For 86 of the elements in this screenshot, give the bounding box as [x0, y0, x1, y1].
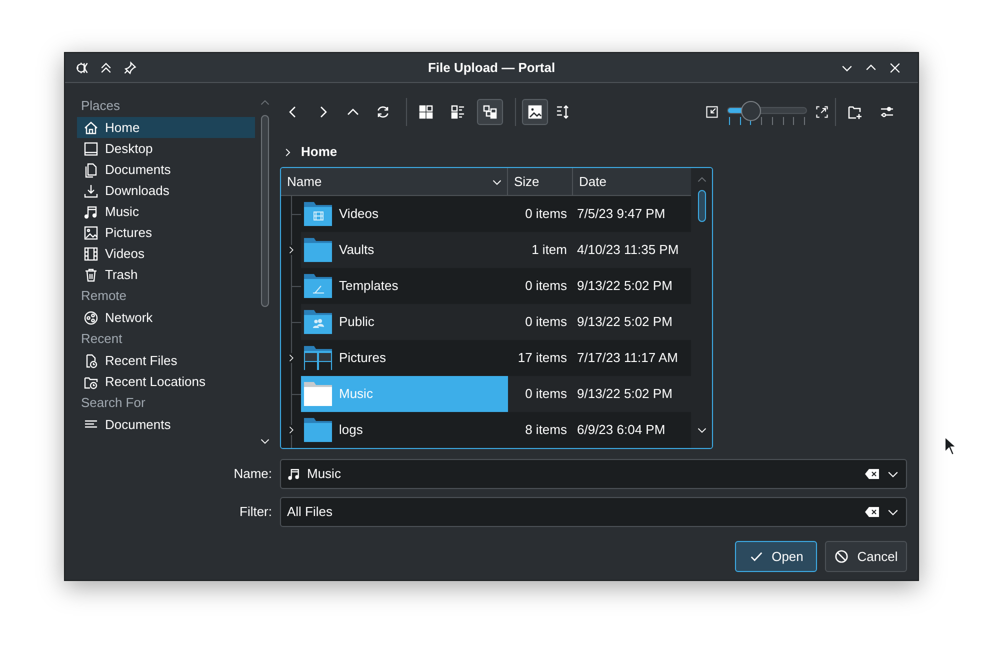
file-name-cell[interactable]: Public: [301, 304, 508, 340]
video-folder-icon: [303, 201, 333, 227]
size-cell-text: 0 items: [524, 205, 568, 224]
section-heading: Remote: [80, 287, 128, 305]
date-cell-text: 9/13/22 5:02 PM: [576, 385, 674, 404]
film-icon: [83, 246, 99, 262]
sidebar-item[interactable]: Recent Files: [77, 350, 255, 371]
file-name-cell[interactable]: logs: [301, 412, 508, 448]
pictures-folder-icon: [303, 345, 333, 371]
list-scrollbar[interactable]: [691, 168, 712, 448]
new-folder-icon: [847, 104, 863, 120]
zoom-in-icon: [815, 105, 829, 119]
image-icon: [83, 224, 99, 240]
scrollbar-thumb[interactable]: [261, 115, 269, 307]
zoom-out-icon: [705, 105, 719, 119]
folder-icon: [303, 237, 333, 263]
scrollbar-thumb[interactable]: [698, 190, 706, 222]
music-note-icon: [287, 467, 301, 481]
folder-icon: [303, 381, 333, 407]
sidebar-item[interactable]: Desktop: [77, 138, 255, 159]
section-heading: Places: [80, 97, 122, 115]
list-icon: [450, 104, 466, 120]
column-header[interactable]: Name: [281, 168, 508, 195]
sidebar-item[interactable]: Documents: [77, 414, 255, 435]
sort-icon: [555, 104, 571, 120]
sidebar-item[interactable]: Pictures: [77, 222, 255, 243]
open-button[interactable]: Open: [735, 541, 817, 572]
music-note-icon: [83, 204, 99, 220]
date-cell-text: 7/17/23 11:17 AM: [576, 349, 679, 368]
file-name-cell[interactable]: Videos: [301, 196, 508, 232]
size-cell-text: 1 item: [530, 241, 568, 260]
field-label: Name:: [232, 465, 272, 484]
reload-icon: [375, 104, 391, 120]
grid-icon: [418, 104, 434, 120]
sidebar-item[interactable]: Recent Locations: [77, 371, 255, 392]
size-cell-text: 17 items: [516, 349, 568, 368]
tree-view-button[interactable]: [477, 99, 503, 125]
preview-button[interactable]: [522, 99, 548, 125]
file-name-cell[interactable]: Templates: [301, 268, 508, 304]
cursor-icon: [944, 436, 957, 456]
filter-dropdown[interactable]: All Files: [280, 497, 907, 527]
date-cell-text: 4/10/23 11:35 PM: [576, 241, 680, 260]
documents-icon: [83, 162, 99, 178]
section-heading: Recent: [80, 330, 124, 348]
templates-folder-icon: [303, 273, 333, 299]
breadcrumb-link[interactable]: Home: [301, 142, 338, 162]
file-name-cell[interactable]: Vaults: [301, 232, 508, 268]
date-cell-text: 9/13/22 5:02 PM: [576, 277, 674, 296]
size-cell-text: 0 items: [524, 313, 568, 332]
column-header[interactable]: Size: [508, 168, 573, 195]
zoom-slider[interactable]: [727, 101, 807, 123]
cancel-button[interactable]: Cancel: [825, 541, 907, 572]
size-cell-text: 8 items: [524, 421, 568, 440]
date-cell-text: 9/13/22 5:02 PM: [576, 313, 674, 332]
sliders-icon: [879, 104, 895, 120]
clear-icon: [864, 504, 880, 520]
monitor-icon: [83, 140, 99, 156]
size-cell-text: 0 items: [524, 277, 568, 296]
home-icon: [83, 120, 99, 136]
size-cell-text: 0 items: [524, 385, 568, 404]
window-title: File Upload — Portal: [426, 58, 556, 77]
section-heading: Search For: [80, 394, 146, 412]
cancel-icon: [834, 549, 850, 564]
field-label: Filter:: [238, 503, 272, 522]
trash-icon: [83, 266, 99, 282]
close-icon: [888, 60, 902, 74]
sidebar-item[interactable]: Downloads: [77, 180, 255, 201]
date-cell-text: 7/5/23 9:47 PM: [576, 205, 666, 224]
sidebar-item[interactable]: Documents: [77, 159, 255, 180]
slider-thumb[interactable]: [741, 101, 761, 121]
network-icon: [83, 310, 99, 326]
image-icon: [527, 104, 543, 120]
sidebar-item[interactable]: Home: [77, 117, 255, 138]
shared-folder-icon: [303, 309, 333, 335]
tree-icon: [482, 104, 498, 120]
download-icon: [83, 182, 99, 198]
sidebar-item[interactable]: Music: [77, 201, 255, 222]
folder-icon: [303, 417, 333, 443]
sidebar-item[interactable]: Videos: [77, 243, 255, 264]
column-header[interactable]: Date: [573, 168, 691, 195]
date-cell-text: 6/9/23 6:04 PM: [576, 421, 666, 440]
file-name-cell[interactable]: Pictures: [301, 340, 508, 376]
sidebar-item[interactable]: Network: [77, 307, 255, 328]
clear-icon: [864, 466, 880, 482]
sidebar-item[interactable]: Trash: [77, 264, 255, 285]
name-field[interactable]: Music: [280, 459, 907, 489]
